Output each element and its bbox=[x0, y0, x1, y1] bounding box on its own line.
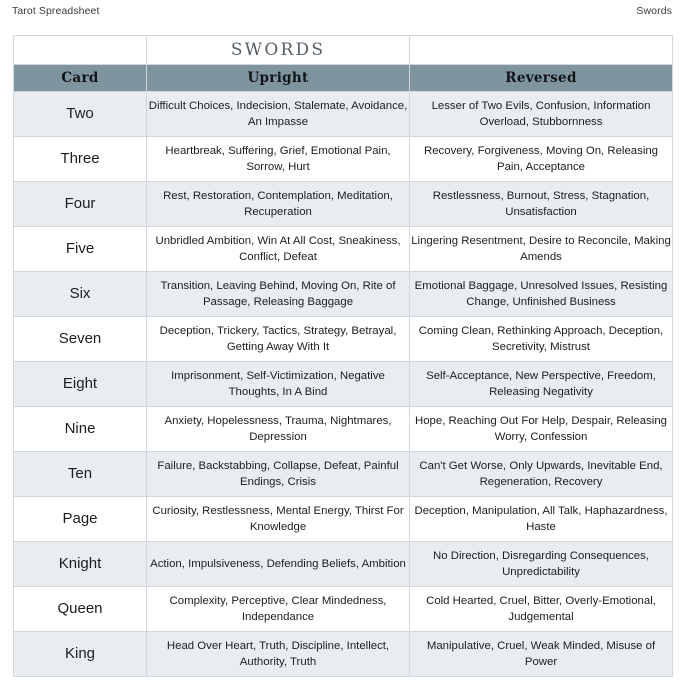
table-row: Four Rest, Restoration, Contemplation, Me… bbox=[13, 181, 673, 227]
suit-title-row: SWORDS bbox=[13, 35, 673, 65]
page-root: Tarot Spreadsheet Swords SWORDS Card Upr… bbox=[0, 0, 686, 681]
cell-upright-meaning: Curiosity, Restlessness, Mental Energy, … bbox=[146, 496, 410, 542]
cell-card-name: King bbox=[13, 631, 147, 677]
table-row: Ten Failure, Backstabbing, Collapse, Defe… bbox=[13, 451, 673, 497]
cell-upright-meaning: Action, Impulsiveness, Defending Beliefs… bbox=[146, 541, 410, 587]
table-row: Three Heartbreak, Suffering, Grief, Emoti… bbox=[13, 136, 673, 182]
column-header-upright[interactable]: Upright bbox=[146, 64, 410, 92]
table-row: Two Difficult Choices, Indecision, Stalem… bbox=[13, 91, 673, 137]
cell-card-name: Four bbox=[13, 181, 147, 227]
cell-card-name: Seven bbox=[13, 316, 147, 362]
cell-reversed-meaning: Lesser of Two Evils, Confusion, Informat… bbox=[409, 91, 673, 137]
tarot-table: SWORDS Card Upright Reversed Two Difficul… bbox=[13, 35, 673, 677]
column-header-card[interactable]: Card bbox=[13, 64, 147, 92]
cell-upright-meaning: Unbridled Ambition, Win At All Cost, Sne… bbox=[146, 226, 410, 272]
cell-reversed-meaning: Deception, Manipulation, All Talk, Hapha… bbox=[409, 496, 673, 542]
cell-reversed-meaning: Restlessness, Burnout, Stress, Stagnatio… bbox=[409, 181, 673, 227]
table-body: Two Difficult Choices, Indecision, Stalem… bbox=[13, 91, 673, 677]
cell-card-name: Page bbox=[13, 496, 147, 542]
table-row: Six Transition, Leaving Behind, Moving On… bbox=[13, 271, 673, 317]
suit-title-spacer bbox=[13, 35, 147, 65]
cell-reversed-meaning: Emotional Baggage, Unresolved Issues, Re… bbox=[409, 271, 673, 317]
cell-reversed-meaning: Lingering Resentment, Desire to Reconcil… bbox=[409, 226, 673, 272]
cell-upright-meaning: Head Over Heart, Truth, Discipline, Inte… bbox=[146, 631, 410, 677]
cell-card-name: Three bbox=[13, 136, 147, 182]
cell-reversed-meaning: Coming Clean, Rethinking Approach, Decep… bbox=[409, 316, 673, 362]
cell-reversed-meaning: Can't Get Worse, Only Upwards, Inevitabl… bbox=[409, 451, 673, 497]
cell-upright-meaning: Difficult Choices, Indecision, Stalemate… bbox=[146, 91, 410, 137]
suit-title-spacer-right bbox=[409, 35, 673, 65]
cell-reversed-meaning: Hope, Reaching Out For Help, Despair, Re… bbox=[409, 406, 673, 452]
cell-card-name: Two bbox=[13, 91, 147, 137]
table-row: Knight Action, Impulsiveness, Defending B… bbox=[13, 541, 673, 587]
column-header-reversed[interactable]: Reversed bbox=[409, 64, 673, 92]
cell-upright-meaning: Rest, Restoration, Contemplation, Medita… bbox=[146, 181, 410, 227]
cell-card-name: Knight bbox=[13, 541, 147, 587]
cell-card-name: Nine bbox=[13, 406, 147, 452]
table-row: Eight Imprisonment, Self-Victimization, N… bbox=[13, 361, 673, 407]
table-row: Five Unbridled Ambition, Win At All Cost,… bbox=[13, 226, 673, 272]
cell-card-name: Eight bbox=[13, 361, 147, 407]
table-head: SWORDS Card Upright Reversed bbox=[13, 35, 673, 92]
cell-card-name: Six bbox=[13, 271, 147, 317]
cell-upright-meaning: Failure, Backstabbing, Collapse, Defeat,… bbox=[146, 451, 410, 497]
cell-reversed-meaning: Recovery, Forgiveness, Moving On, Releas… bbox=[409, 136, 673, 182]
cell-reversed-meaning: Self-Acceptance, New Perspective, Freedo… bbox=[409, 361, 673, 407]
table-row: King Head Over Heart, Truth, Discipline, … bbox=[13, 631, 673, 677]
cell-card-name: Five bbox=[13, 226, 147, 272]
table-row: Page Curiosity, Restlessness, Mental Ener… bbox=[13, 496, 673, 542]
document-section-label: Swords bbox=[636, 5, 672, 17]
table-row: Seven Deception, Trickery, Tactics, Strat… bbox=[13, 316, 673, 362]
cell-reversed-meaning: Cold Hearted, Cruel, Bitter, Overly-Emot… bbox=[409, 586, 673, 632]
tarot-table-container: SWORDS Card Upright Reversed Two Difficul… bbox=[13, 35, 673, 677]
document-title: Tarot Spreadsheet bbox=[12, 5, 100, 17]
document-running-header: Tarot Spreadsheet Swords bbox=[0, 0, 686, 22]
cell-card-name: Queen bbox=[13, 586, 147, 632]
table-row: Queen Complexity, Perceptive, Clear Minde… bbox=[13, 586, 673, 632]
cell-upright-meaning: Anxiety, Hopelessness, Trauma, Nightmare… bbox=[146, 406, 410, 452]
column-header-row: Card Upright Reversed bbox=[13, 64, 673, 92]
cell-upright-meaning: Imprisonment, Self-Victimization, Negati… bbox=[146, 361, 410, 407]
cell-upright-meaning: Transition, Leaving Behind, Moving On, R… bbox=[146, 271, 410, 317]
table-row: Nine Anxiety, Hopelessness, Trauma, Night… bbox=[13, 406, 673, 452]
cell-reversed-meaning: Manipulative, Cruel, Weak Minded, Misuse… bbox=[409, 631, 673, 677]
cell-upright-meaning: Deception, Trickery, Tactics, Strategy, … bbox=[146, 316, 410, 362]
cell-card-name: Ten bbox=[13, 451, 147, 497]
cell-reversed-meaning: No Direction, Disregarding Consequences,… bbox=[409, 541, 673, 587]
cell-upright-meaning: Complexity, Perceptive, Clear Mindedness… bbox=[146, 586, 410, 632]
cell-upright-meaning: Heartbreak, Suffering, Grief, Emotional … bbox=[146, 136, 410, 182]
suit-title: SWORDS bbox=[146, 35, 410, 65]
